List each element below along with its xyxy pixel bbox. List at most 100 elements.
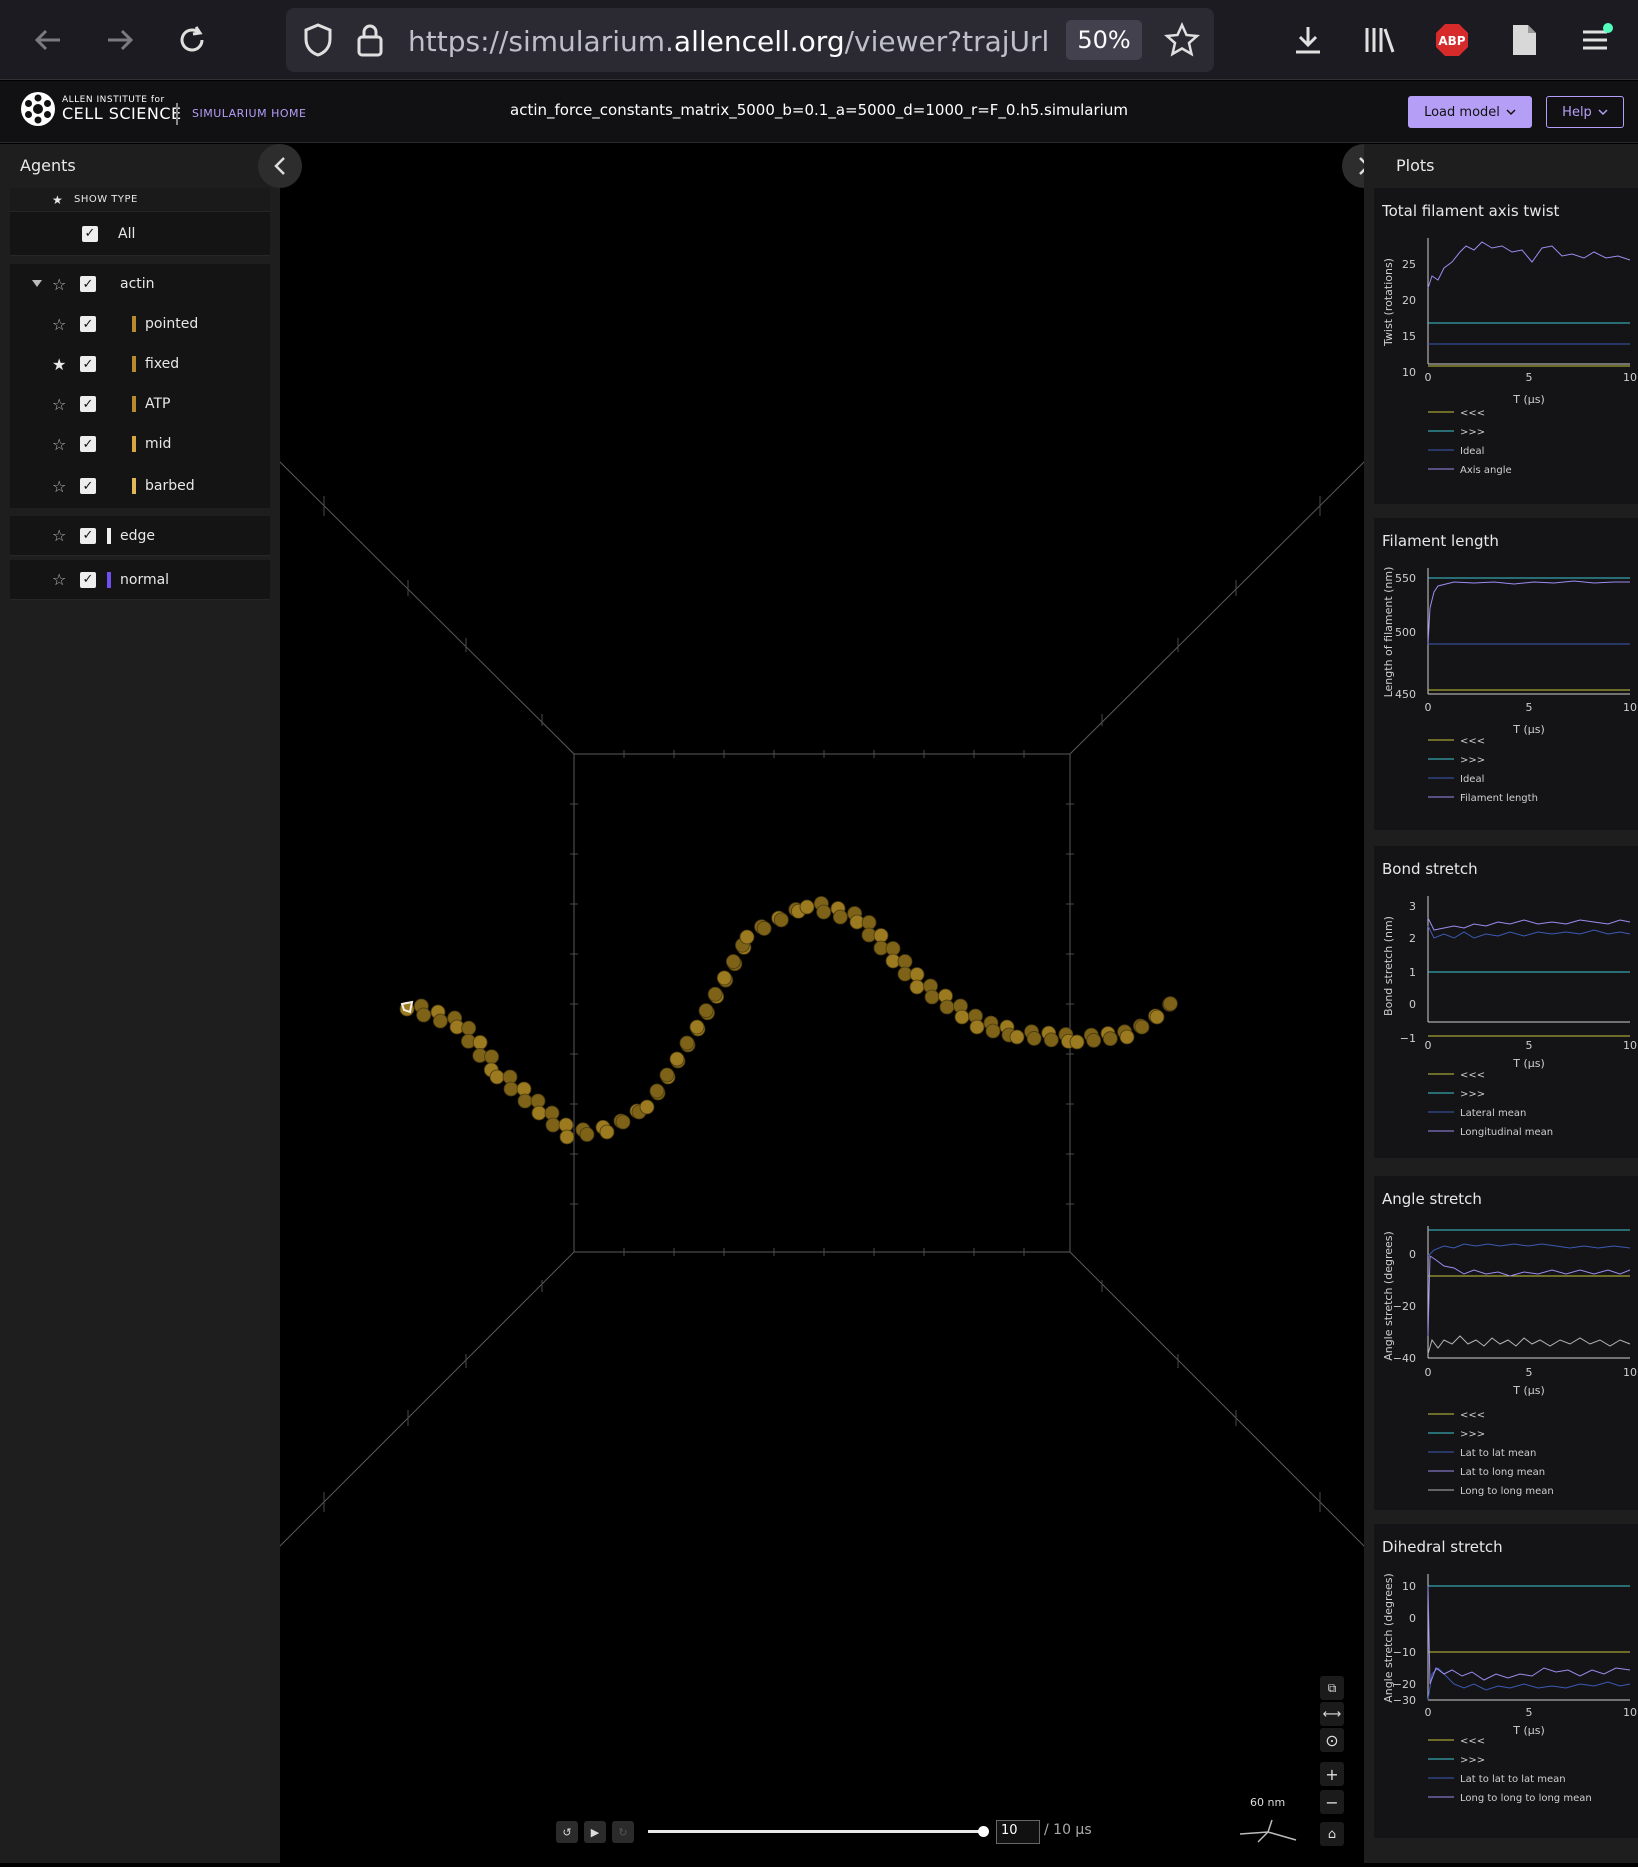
agent-label-mid: mid: [145, 436, 172, 452]
checkbox-atp[interactable]: ✓: [80, 396, 96, 412]
downloads-button[interactable]: [1288, 20, 1328, 60]
actin-monomer: [659, 1067, 675, 1083]
minus-icon: −: [1325, 1792, 1339, 1812]
svg-text:10: 10: [1402, 1580, 1416, 1593]
checkbox-all[interactable]: ✓: [82, 225, 98, 242]
step-button[interactable]: ↻: [612, 1821, 634, 1843]
adblock-button[interactable]: ABP: [1432, 20, 1472, 60]
svg-text:0: 0: [1409, 1612, 1416, 1625]
zoom-level-button[interactable]: 50%: [1066, 20, 1142, 60]
svg-text:Lat to lat to lat mean: Lat to lat to lat mean: [1460, 1774, 1566, 1785]
actin-monomer: [432, 1013, 448, 1029]
star-outline-icon[interactable]: ☆: [52, 477, 66, 496]
time-slider[interactable]: [648, 1821, 989, 1843]
star-filled-icon[interactable]: ★: [52, 355, 66, 374]
collapse-left-panel-button[interactable]: [258, 144, 302, 188]
star-outline-icon[interactable]: ☆: [52, 275, 66, 294]
back-arrow-icon: [34, 29, 60, 51]
pan-button[interactable]: ⟷: [1320, 1702, 1344, 1726]
agent-row-normal[interactable]: ☆ ✓ normal: [10, 560, 270, 600]
caret-down-icon[interactable]: [32, 280, 42, 288]
focus-button[interactable]: ⊙: [1320, 1728, 1344, 1752]
actin-monomer: [1026, 1031, 1042, 1046]
browser-toolbar: https://simularium.allencell.org/viewer?…: [0, 0, 1638, 80]
arrows-horizontal-icon: ⟷: [1322, 1706, 1342, 1722]
show-type-label: SHOW TYPE: [74, 194, 138, 205]
time-input[interactable]: 10: [996, 1820, 1040, 1844]
svg-text:>>>: >>>: [1460, 1089, 1485, 1100]
actin-monomer: [599, 1124, 615, 1140]
svg-text:−30: −30: [1393, 1694, 1416, 1707]
target-icon: ⊙: [1325, 1730, 1339, 1750]
plot-card-bond-stretch: Bond stretch 3 2 1 0 −1 0 5 10 T (µs) Bo…: [1374, 846, 1638, 1158]
plot-chart: 550 500 450 0 5 10 T (µs) Length of fila…: [1382, 567, 1637, 804]
plot-card-twist: Total filament axis twist 25 20 15 10 0 …: [1374, 188, 1638, 504]
zoom-in-button[interactable]: +: [1320, 1762, 1344, 1786]
bookmark-star-icon[interactable]: [1164, 22, 1200, 58]
zoom-out-button[interactable]: −: [1320, 1790, 1344, 1814]
replay-button[interactable]: ↺: [556, 1821, 578, 1843]
help-button[interactable]: Help: [1546, 96, 1624, 128]
library-button[interactable]: [1360, 20, 1400, 60]
simulation-viewport[interactable]: [279, 144, 1365, 1863]
star-outline-icon[interactable]: ☆: [52, 395, 66, 414]
agent-row-barbed[interactable]: ☆ ✓ barbed: [10, 464, 270, 508]
actin-monomer: [873, 928, 889, 943]
forward-button[interactable]: [100, 20, 140, 60]
checkbox-normal[interactable]: ✓: [80, 571, 96, 588]
checkbox-mid[interactable]: ✓: [80, 436, 96, 452]
checkbox-edge[interactable]: ✓: [80, 527, 96, 544]
actin-monomer: [416, 1007, 432, 1023]
reader-button[interactable]: [1504, 20, 1544, 60]
svg-text:500: 500: [1395, 626, 1416, 639]
checkbox-actin[interactable]: ✓: [80, 276, 96, 292]
agent-row-mid[interactable]: ☆ ✓ mid: [10, 424, 270, 464]
load-model-button[interactable]: Load model: [1408, 96, 1532, 128]
svg-text:450: 450: [1395, 688, 1416, 701]
svg-text:T (µs): T (µs): [1512, 393, 1545, 406]
home-view-button[interactable]: ⌂: [1320, 1822, 1344, 1846]
star-icon: ★: [52, 192, 63, 207]
star-outline-icon[interactable]: ☆: [52, 526, 66, 545]
svg-text:<<<: <<<: [1460, 408, 1485, 419]
view-mode-button[interactable]: ⧉: [1320, 1676, 1344, 1700]
slider-handle[interactable]: [978, 1826, 989, 1837]
svg-text:Longitudinal mean: Longitudinal mean: [1460, 1127, 1553, 1138]
playback-controls: ↺ ▶ ↻: [556, 1818, 989, 1846]
actin-monomer: [649, 1083, 665, 1099]
agent-row-edge[interactable]: ☆ ✓ edge: [10, 516, 270, 556]
checkbox-pointed[interactable]: ✓: [80, 316, 96, 332]
checkbox-barbed[interactable]: ✓: [80, 478, 96, 494]
svg-text:Long to long to long mean: Long to long to long mean: [1460, 1793, 1592, 1804]
checkbox-fixed[interactable]: ✓: [80, 356, 96, 372]
agent-row-atp[interactable]: ☆ ✓ ATP: [10, 384, 270, 424]
play-button[interactable]: ▶: [584, 1821, 606, 1843]
actin-monomer: [1134, 1019, 1150, 1035]
agent-row-fixed[interactable]: ★ ✓ fixed: [10, 344, 270, 384]
step-icon: ↻: [618, 1825, 628, 1839]
reload-button[interactable]: [172, 20, 212, 60]
actin-monomer: [885, 941, 901, 956]
menu-button[interactable]: [1576, 20, 1616, 60]
star-outline-icon[interactable]: ☆: [52, 435, 66, 454]
agent-row-pointed[interactable]: ☆ ✓ pointed: [10, 304, 270, 344]
svg-text:Length of filament (nm): Length of filament (nm): [1382, 567, 1395, 698]
agent-row-actin[interactable]: ☆ ✓ actin: [10, 264, 270, 304]
star-outline-icon[interactable]: ☆: [52, 570, 66, 589]
agents-title: Agents: [20, 156, 76, 175]
agent-list: ★ SHOW TYPE ✓ All ☆ ✓ actin ☆ ✓ pointed …: [10, 188, 270, 600]
address-bar[interactable]: https://simularium.allencell.org/viewer?…: [286, 8, 1214, 72]
actin-monomer: [816, 904, 832, 920]
svg-text:5: 5: [1526, 1706, 1533, 1719]
file-title: actin_force_constants_matrix_5000_b=0.1_…: [510, 101, 1128, 119]
replay-icon: ↺: [562, 1825, 572, 1839]
actin-monomer: [969, 1019, 985, 1035]
back-button[interactable]: [28, 20, 68, 60]
plot-title: Filament length: [1382, 532, 1499, 550]
color-swatch: [132, 316, 136, 332]
plot-chart: 3 2 1 0 −1 0 5 10 T (µs) Bond stretch (n…: [1382, 896, 1637, 1138]
svg-text:T (µs): T (µs): [1512, 1724, 1545, 1737]
agent-row-all[interactable]: ✓ All: [10, 212, 270, 256]
star-outline-icon[interactable]: ☆: [52, 315, 66, 334]
actin-monomer: [1069, 1034, 1085, 1050]
